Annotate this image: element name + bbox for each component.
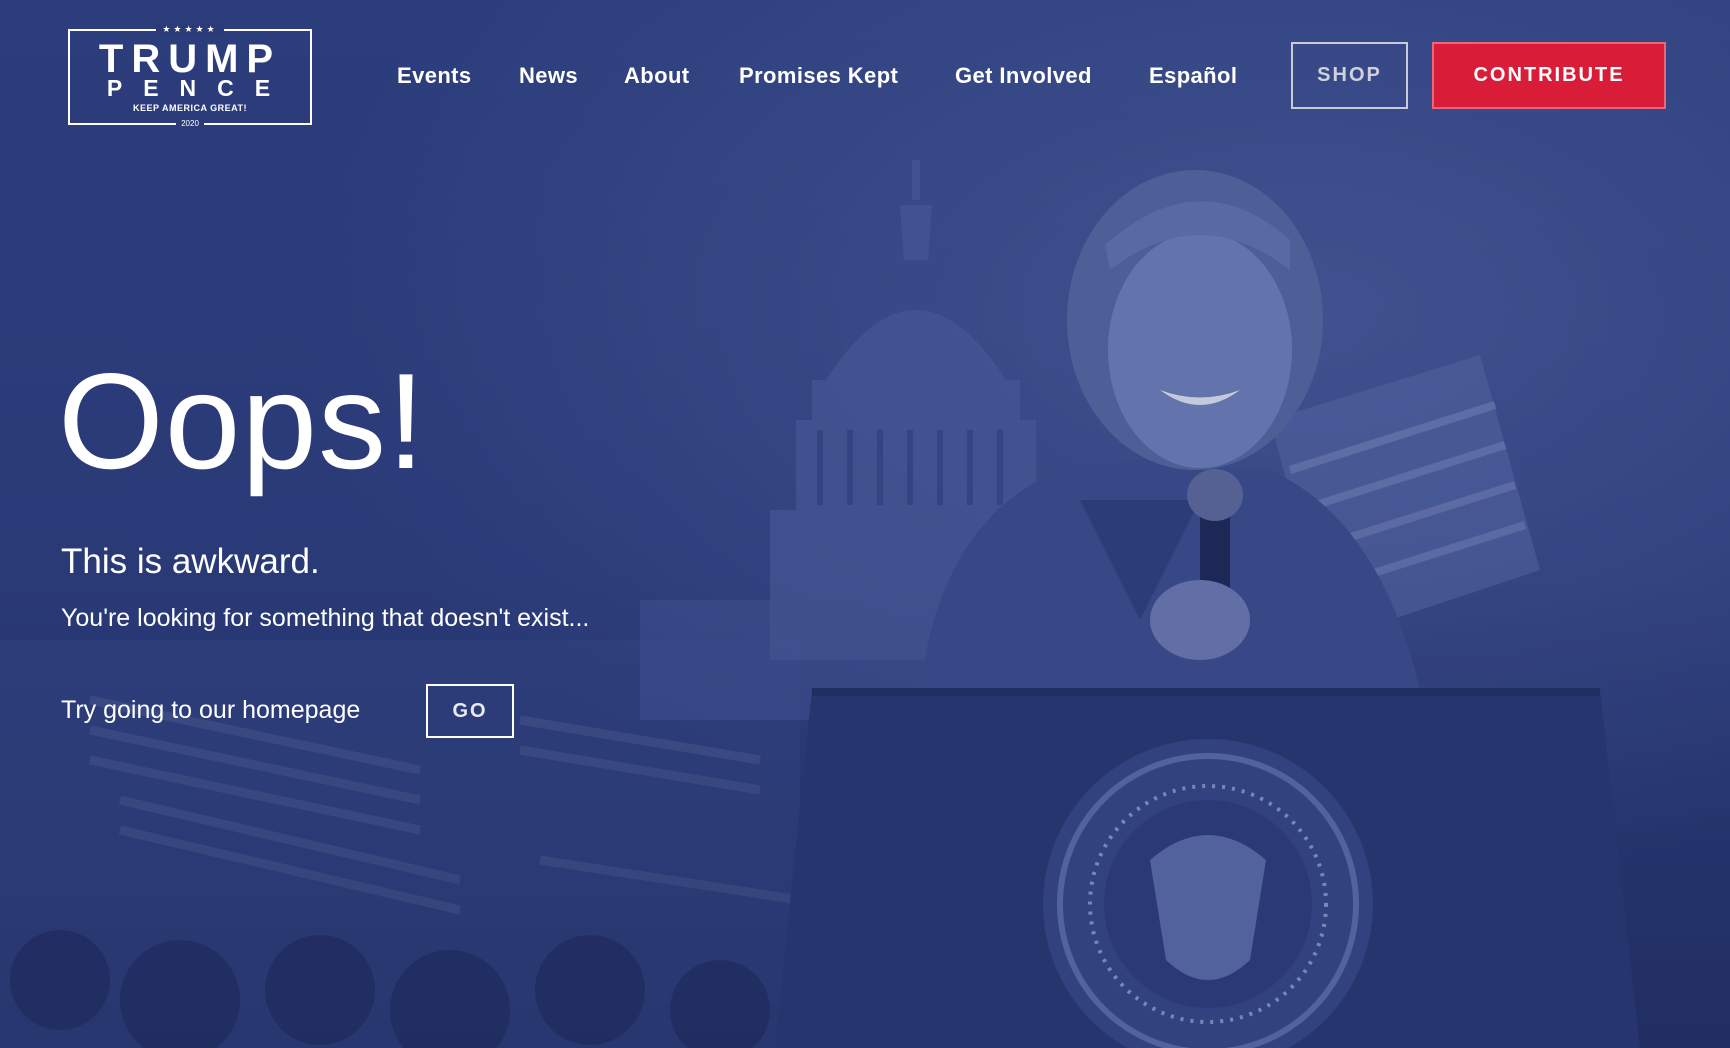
contribute-button[interactable]: CONTRIBUTE — [1432, 42, 1666, 109]
shop-button[interactable]: SHOP — [1291, 42, 1408, 109]
hero-background-image — [0, 0, 1730, 1048]
logo-year: 2020 — [70, 119, 310, 129]
nav-item-about[interactable]: About — [624, 62, 690, 90]
error-page: ★★★★★ TRUMP PENCE KEEP AMERICA GREAT! 20… — [0, 0, 1730, 1048]
error-subhead: This is awkward. — [61, 542, 320, 581]
go-homepage-button[interactable]: GO — [426, 684, 514, 738]
error-headline: Oops! — [58, 345, 426, 497]
logo-tagline: KEEP AMERICA GREAT! — [132, 103, 247, 113]
nav-item-get-involved[interactable]: Get Involved — [955, 62, 1092, 90]
homepage-prompt: Try going to our homepage — [61, 696, 361, 724]
error-description: You're looking for something that doesn'… — [61, 604, 590, 632]
nav-item-events[interactable]: Events — [397, 62, 472, 90]
nav-item-espanol[interactable]: Español — [1149, 62, 1237, 90]
logo-line-pence: PENCE — [106, 75, 292, 101]
nav-item-news[interactable]: News — [519, 62, 578, 90]
logo-stars: ★★★★★ — [70, 23, 310, 35]
nav-item-promises-kept[interactable]: Promises Kept — [739, 62, 898, 90]
campaign-logo[interactable]: ★★★★★ TRUMP PENCE KEEP AMERICA GREAT! 20… — [68, 24, 312, 128]
